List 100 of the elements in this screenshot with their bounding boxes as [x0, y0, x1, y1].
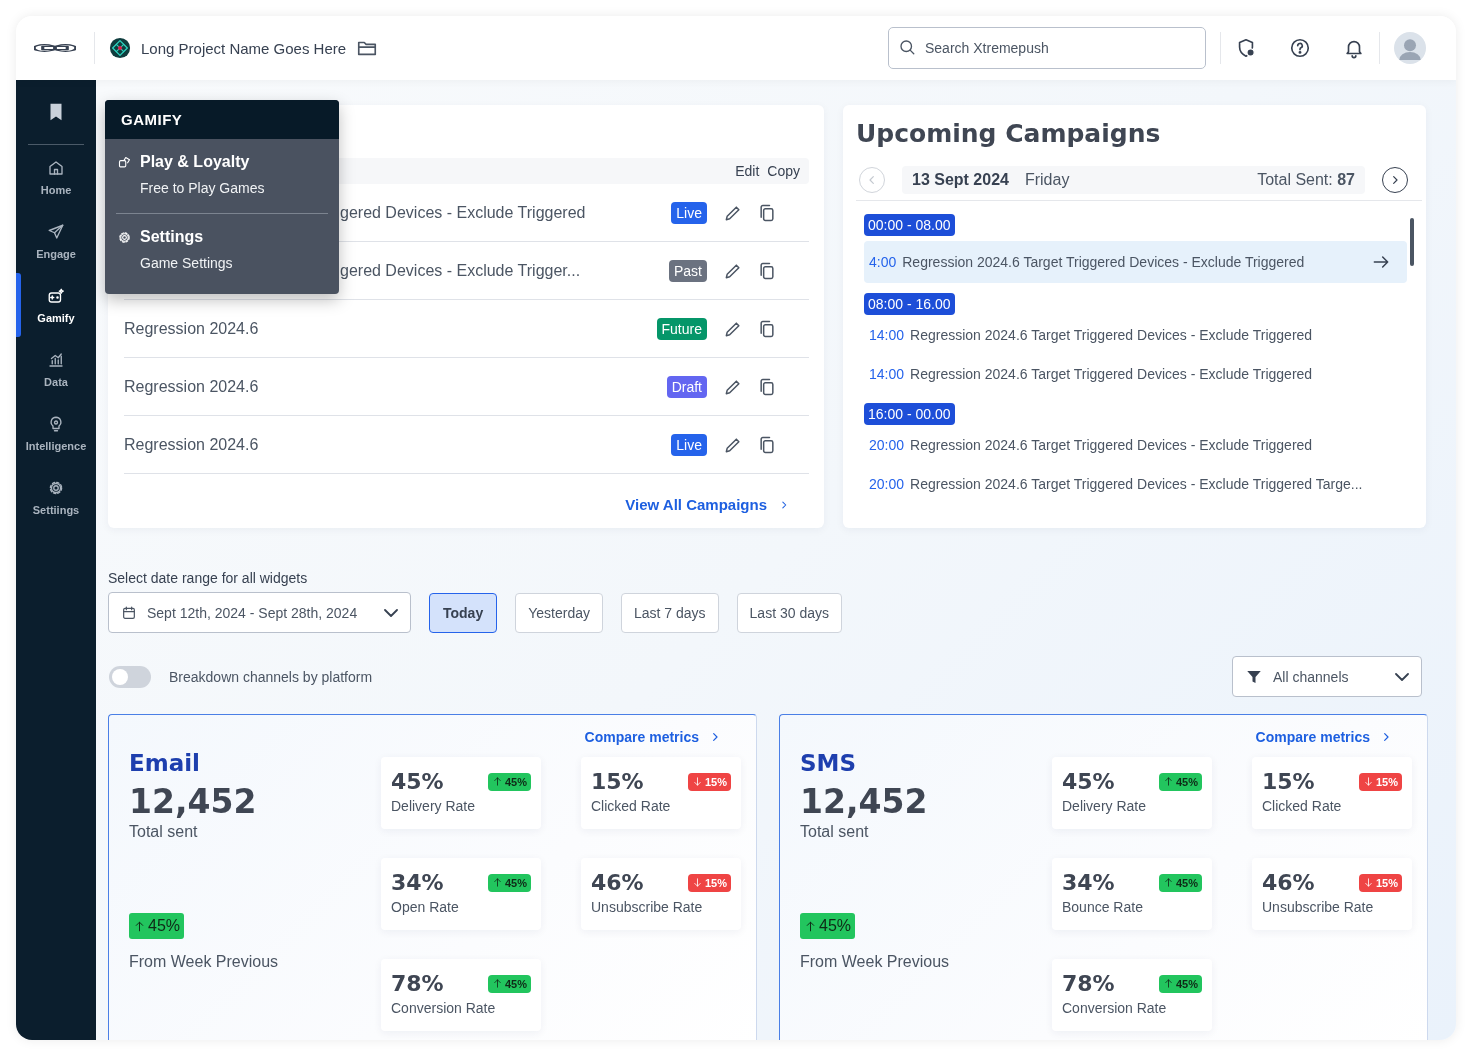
- change-badge: 15%: [1358, 772, 1402, 791]
- view-all-link[interactable]: View All Campaigns: [625, 496, 791, 513]
- gear-icon: [117, 229, 132, 245]
- metric-value: 46%: [591, 870, 644, 895]
- metric-label: Conversion Rate: [1062, 1000, 1168, 1016]
- sidebar-item[interactable]: Home: [16, 145, 96, 209]
- total-sent-label: Total sent: [129, 823, 198, 841]
- copy-icon[interactable]: [757, 434, 777, 455]
- arrow-up-icon: [491, 776, 503, 787]
- arrow-up-icon: [1162, 978, 1174, 989]
- metric-label: Unsubscribe Rate: [591, 899, 704, 915]
- change-label: From Week Previous: [129, 953, 279, 971]
- campaign-entry[interactable]: 20:00 Regression 2024.6 Target Triggered Devices - Exclude Triggered Targe...: [864, 464, 1407, 503]
- metric-value: 15%: [591, 769, 644, 794]
- status-badge: Live: [671, 201, 707, 224]
- project-name[interactable]: Long Project Name Goes Here: [141, 39, 347, 57]
- toggle-switch[interactable]: [109, 665, 151, 688]
- date-preset-button[interactable]: Last 30 days: [736, 592, 842, 633]
- compare-metrics-link[interactable]: Compare metrics: [1255, 729, 1394, 745]
- date-range-dropdown[interactable]: Sept 12th, 2024 - Sept 28th, 2024: [108, 592, 411, 633]
- date-preset-button[interactable]: Last 7 days: [620, 592, 719, 633]
- change-badge: 15%: [687, 873, 731, 892]
- menu-section[interactable]: Settings: [105, 214, 216, 250]
- date-range-label: Select date range for all widgets: [108, 570, 308, 586]
- entry-name: Regression 2024.6 Target Triggered Devices - Exclude Triggered: [910, 365, 1313, 382]
- campaign-name[interactable]: Regression 2024.6: [124, 435, 259, 454]
- campaign-entry[interactable]: 14:00 Regression 2024.6 Target Triggered Devices - Exclude Triggered: [864, 354, 1407, 393]
- entry-name: Regression 2024.6 Target Triggered Devices - Exclude Triggered: [910, 326, 1313, 343]
- scrollbar[interactable]: [1410, 218, 1414, 266]
- arrow-up-icon: [133, 919, 146, 933]
- sidebar-item[interactable]: Engage: [16, 209, 96, 273]
- total-sent-value: 12,452: [129, 782, 257, 821]
- channel-name: SMS: [800, 750, 857, 776]
- date-preset-button[interactable]: Today: [429, 592, 498, 633]
- menu-item[interactable]: Game Settings: [105, 250, 233, 276]
- search-icon: [898, 38, 916, 56]
- metric-label: Delivery Rate: [391, 798, 477, 814]
- sidebar-item[interactable]: Gamify: [16, 273, 96, 337]
- metric-label: Bounce Rate: [1062, 899, 1144, 915]
- dice-icon: [117, 154, 132, 170]
- campaign-entry[interactable]: 20:00 Regression 2024.6 Target Triggered Devices - Exclude Triggered: [864, 425, 1407, 464]
- campaign-name[interactable]: gered Devices - Exclude Triggered: [340, 203, 586, 222]
- arrow-down-icon: [691, 776, 703, 787]
- chevron-down-icon: [1395, 672, 1409, 681]
- change-badge: 45%: [1158, 873, 1202, 892]
- arrow-up-icon: [1162, 877, 1174, 888]
- entry-name: Regression 2024.6 Target Triggered Devices - Exclude Triggered: [902, 254, 1305, 270]
- project-icon: [109, 37, 131, 59]
- menu-section[interactable]: Play & Loyalty: [105, 139, 262, 175]
- sidebar-item[interactable]: Settiings: [16, 465, 96, 529]
- send-icon: [47, 222, 65, 241]
- campaign-entry[interactable]: 14:00 Regression 2024.6 Target Triggered Devices - Exclude Triggered: [864, 315, 1407, 354]
- time-range-badge: 16:00 - 00.00: [864, 403, 955, 425]
- entry-time: 14:00: [869, 326, 905, 343]
- campaign-entry[interactable]: 4:00 Regression 2024.6 Target Triggered Devices - Exclude Triggered: [864, 241, 1407, 283]
- date-preset-button[interactable]: Yesterday: [515, 592, 603, 633]
- change-label: From Week Previous: [800, 953, 950, 971]
- search-field[interactable]: Search Xtremepush: [888, 27, 1206, 69]
- entry-time: 14:00: [869, 365, 905, 382]
- metric-label: Unsubscribe Rate: [1262, 899, 1375, 915]
- sidebar-item[interactable]: Data: [16, 337, 96, 401]
- metric-label: Conversion Rate: [391, 1000, 497, 1016]
- total-sent-label: Total sent: [800, 823, 869, 841]
- change-badge: 45%: [487, 772, 531, 791]
- campaign-name[interactable]: Regression 2024.6: [124, 319, 259, 338]
- metric-value: 46%: [1262, 870, 1315, 895]
- compare-metrics-link[interactable]: Compare metrics: [584, 729, 723, 745]
- bulb-icon: [47, 414, 65, 433]
- copy-icon[interactable]: [757, 318, 777, 339]
- calendar-icon: [121, 604, 137, 621]
- entry-name: Regression 2024.6 Target Triggered Devices - Exclude Triggered: [910, 436, 1313, 453]
- entry-time: 20:00: [869, 475, 905, 492]
- metric-value: 34%: [391, 870, 444, 895]
- copy-icon[interactable]: [757, 202, 777, 223]
- copy-icon[interactable]: [757, 376, 777, 397]
- change-badge: 15%: [687, 772, 731, 791]
- total-sent: Total Sent: 87: [1257, 171, 1355, 189]
- change-badge: 45%: [487, 974, 531, 993]
- metric-value: 34%: [1062, 870, 1115, 895]
- copy-icon[interactable]: [757, 260, 777, 281]
- arrow-up-icon: [1162, 776, 1174, 787]
- sidebar-item[interactable]: Intelligence: [16, 401, 96, 465]
- metric-value: 15%: [1262, 769, 1315, 794]
- help-icon[interactable]: [1289, 37, 1311, 59]
- campaign-name[interactable]: Regression 2024.6: [124, 377, 259, 396]
- metric-value: 78%: [1062, 971, 1115, 996]
- change-badge: 45%: [800, 913, 856, 939]
- campaign-name[interactable]: gered Devices - Exclude Trigger...: [340, 261, 581, 280]
- toggle-label: Breakdown channels by platform: [169, 668, 373, 685]
- status-badge: Live: [671, 433, 707, 456]
- metric-value: 45%: [1062, 769, 1115, 794]
- status-badge: Future: [656, 317, 707, 340]
- change-badge: 15%: [1358, 873, 1402, 892]
- arrow-up-icon: [491, 877, 503, 888]
- channel-filter-dropdown[interactable]: All channels: [1232, 656, 1422, 697]
- change-badge: 45%: [129, 913, 185, 939]
- arrow-down-icon: [1362, 877, 1374, 888]
- day-text: Friday: [1024, 171, 1070, 189]
- menu-item[interactable]: Free to Play Games: [105, 175, 265, 201]
- change-badge: 45%: [487, 873, 531, 892]
